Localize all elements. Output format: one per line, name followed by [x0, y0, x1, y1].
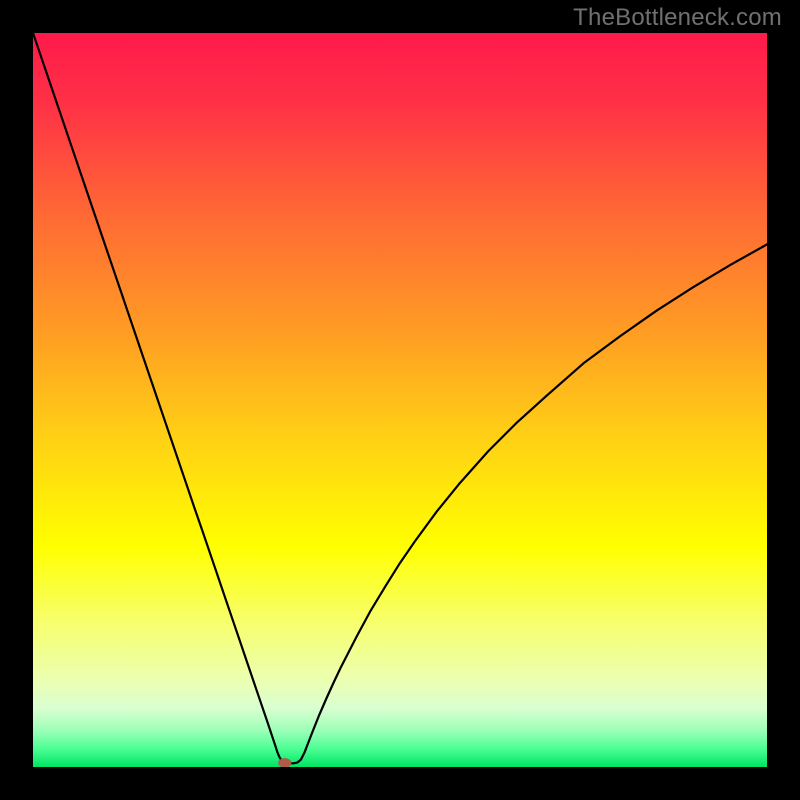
bottleneck-curve [33, 33, 767, 767]
watermark-label: TheBottleneck.com [573, 4, 782, 32]
plot-area [33, 33, 767, 767]
chart-frame: TheBottleneck.com [0, 0, 800, 800]
